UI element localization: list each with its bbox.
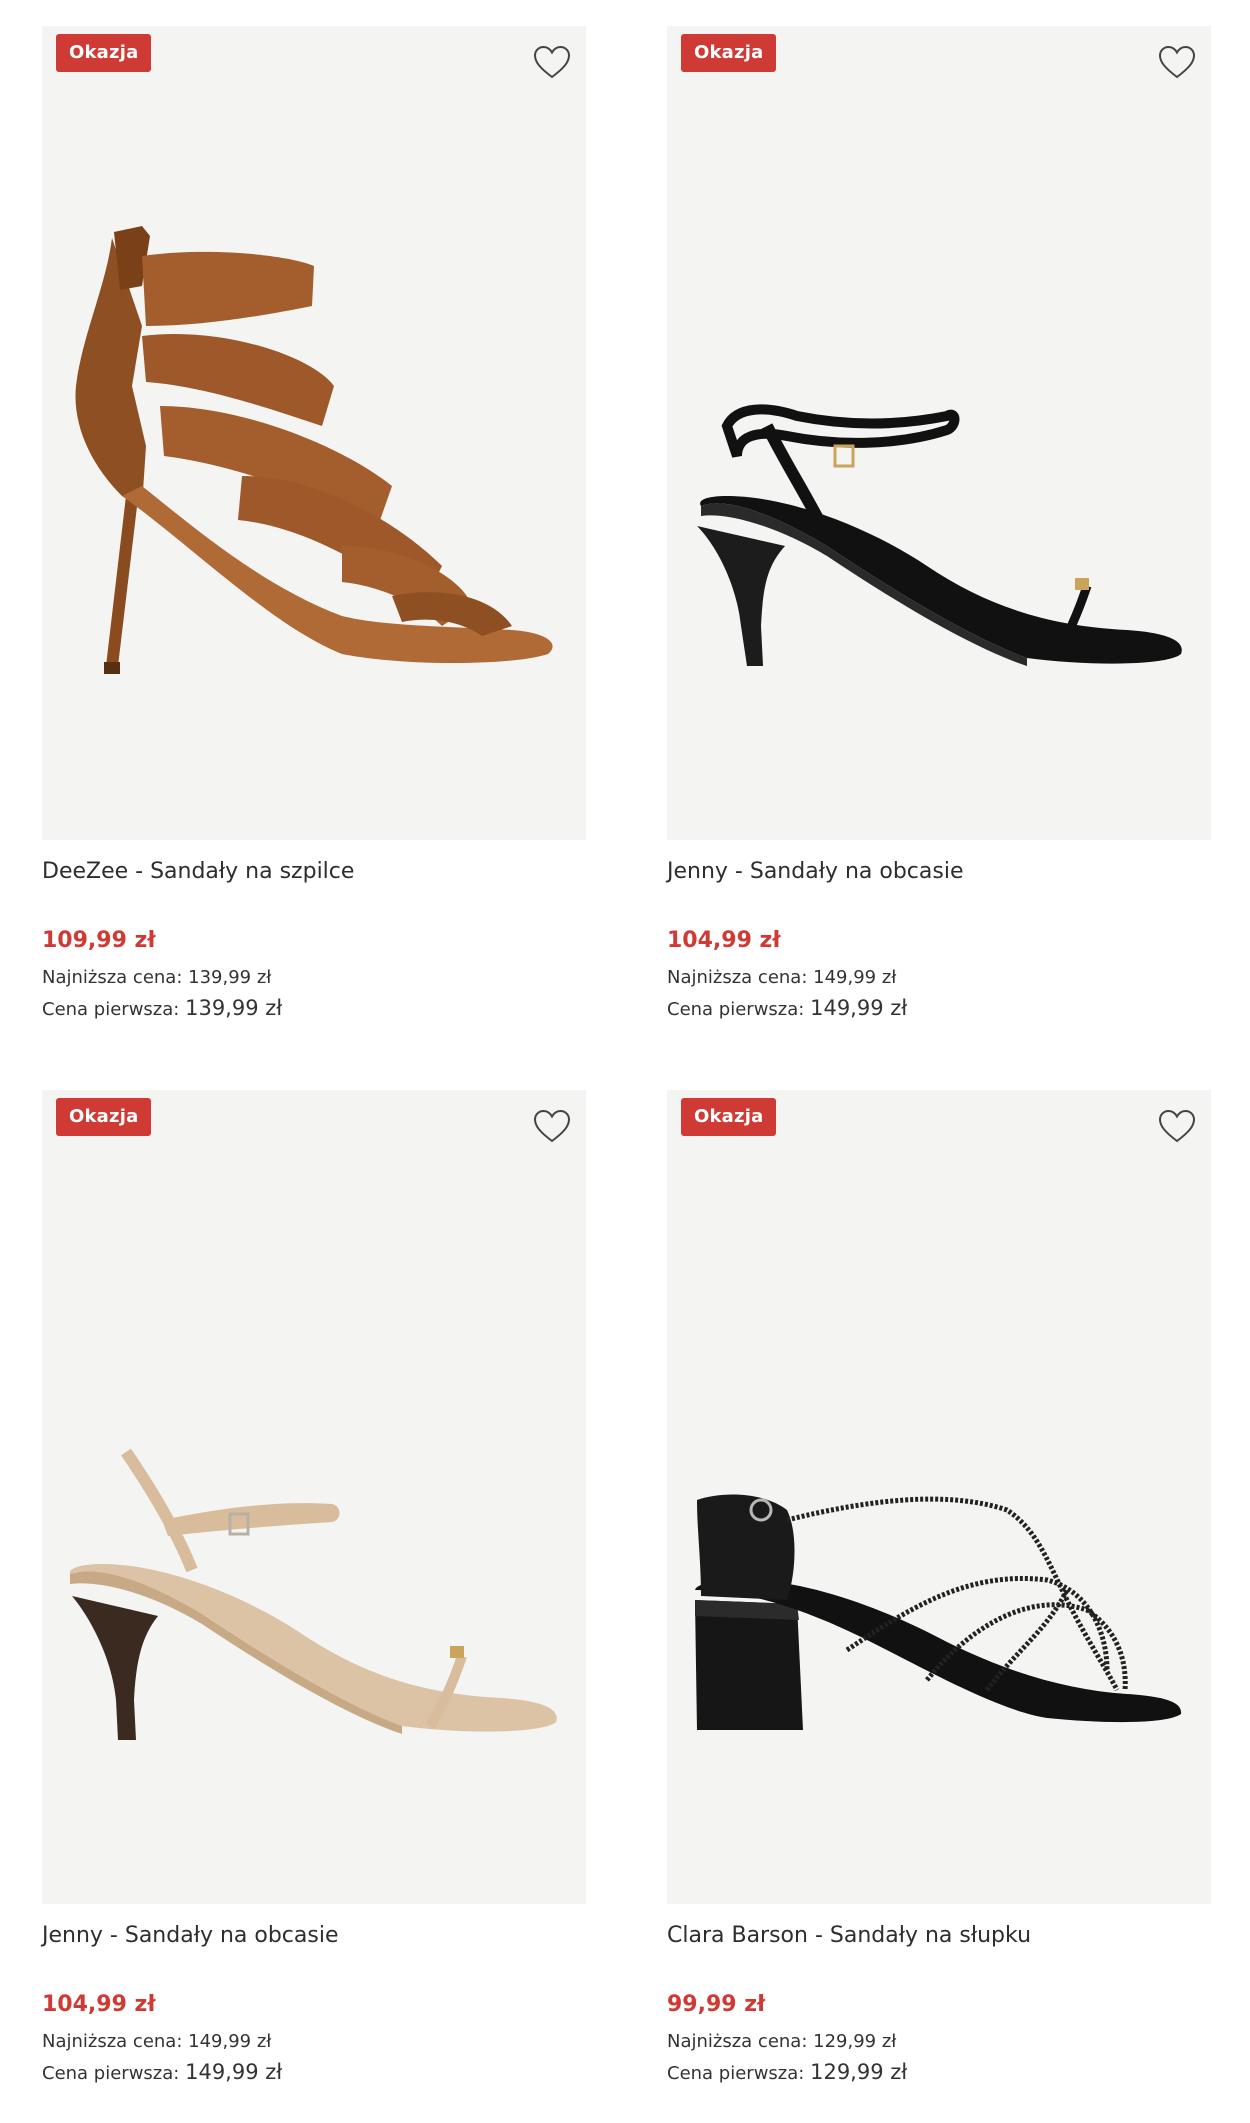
product-price: 99,99 zł bbox=[667, 1992, 766, 2017]
product-image[interactable] bbox=[667, 1090, 1211, 1904]
product-image-area[interactable]: Okazja bbox=[42, 26, 586, 840]
product-title[interactable]: Jenny - Sandały na obcasie bbox=[42, 1921, 586, 1951]
product-image[interactable] bbox=[42, 1090, 586, 1904]
lowest-price-value: 149,99 zł bbox=[188, 2031, 272, 2052]
lowest-price-label: Najniższa cena: bbox=[667, 2031, 808, 2052]
product-image-area[interactable]: Okazja bbox=[667, 26, 1211, 840]
product-price: 109,99 zł bbox=[42, 928, 156, 953]
first-price-line: Cena pierwsza: 139,99 zł bbox=[42, 993, 586, 1025]
sale-badge: Okazja bbox=[56, 34, 152, 72]
first-price-line: Cena pierwsza: 129,99 zł bbox=[667, 2057, 1211, 2089]
heart-outline-icon bbox=[1158, 1109, 1196, 1143]
sale-badge: Okazja bbox=[56, 1098, 152, 1136]
product-card[interactable]: Okazja Jenny - Sandały na obcasie 104,99… bbox=[42, 1090, 586, 2089]
lowest-price-line: Najniższa cena: 149,99 zł bbox=[667, 963, 1211, 993]
lowest-price-label: Najniższa cena: bbox=[42, 2031, 183, 2052]
first-price-label: Cena pierwsza: bbox=[667, 999, 805, 1020]
heart-outline-icon bbox=[533, 45, 571, 79]
favorite-button[interactable] bbox=[1157, 1108, 1197, 1146]
first-price-value: 129,99 zł bbox=[810, 2060, 908, 2084]
product-image-area[interactable]: Okazja bbox=[667, 1090, 1211, 1904]
product-title[interactable]: Clara Barson - Sandały na słupku bbox=[667, 1921, 1211, 1951]
first-price-value: 149,99 zł bbox=[185, 2060, 283, 2084]
sale-badge: Okazja bbox=[681, 34, 777, 72]
product-image-area[interactable]: Okazja bbox=[42, 1090, 586, 1904]
product-price: 104,99 zł bbox=[667, 928, 781, 953]
first-price-value: 139,99 zł bbox=[185, 996, 283, 1020]
product-card[interactable]: Okazja Clara Barson - Sandały na słupku … bbox=[667, 1090, 1211, 2089]
product-image[interactable] bbox=[667, 26, 1211, 840]
product-image[interactable] bbox=[42, 26, 586, 840]
first-price-label: Cena pierwsza: bbox=[42, 999, 180, 1020]
product-card[interactable]: Okazja DeeZee - Sandały na szpilce 109,9… bbox=[42, 26, 586, 1025]
beige-heeled-sandal-image bbox=[69, 1448, 557, 1740]
product-card[interactable]: Okazja Jenny - Sandały na obcasie 104,99… bbox=[667, 26, 1211, 1025]
product-title[interactable]: DeeZee - Sandały na szpilce bbox=[42, 857, 586, 887]
lowest-price-line: Najniższa cena: 149,99 zł bbox=[42, 2027, 586, 2057]
black-block-heel-sandal-image bbox=[695, 1494, 1182, 1730]
lowest-price-value: 129,99 zł bbox=[813, 2031, 897, 2052]
first-price-line: Cena pierwsza: 149,99 zł bbox=[667, 993, 1211, 1025]
first-price-label: Cena pierwsza: bbox=[667, 2063, 805, 2084]
favorite-button[interactable] bbox=[1157, 44, 1197, 82]
favorite-button[interactable] bbox=[532, 44, 572, 82]
lowest-price-label: Najniższa cena: bbox=[667, 967, 808, 988]
product-price: 104,99 zł bbox=[42, 1992, 156, 2017]
first-price-line: Cena pierwsza: 149,99 zł bbox=[42, 2057, 586, 2089]
lowest-price-label: Najniższa cena: bbox=[42, 967, 183, 988]
first-price-label: Cena pierwsza: bbox=[42, 2063, 180, 2084]
product-title[interactable]: Jenny - Sandały na obcasie bbox=[667, 857, 1211, 887]
lowest-price-line: Najniższa cena: 139,99 zł bbox=[42, 963, 586, 993]
lowest-price-value: 149,99 zł bbox=[813, 967, 897, 988]
heart-outline-icon bbox=[533, 1109, 571, 1143]
sale-badge: Okazja bbox=[681, 1098, 777, 1136]
product-grid: Okazja DeeZee - Sandały na szpilce 109,9… bbox=[0, 0, 1250, 2123]
lowest-price-value: 139,99 zł bbox=[188, 967, 272, 988]
heart-outline-icon bbox=[1158, 45, 1196, 79]
first-price-value: 149,99 zł bbox=[810, 996, 908, 1020]
black-heeled-sandal-image bbox=[697, 404, 1182, 666]
favorite-button[interactable] bbox=[532, 1108, 572, 1146]
lowest-price-line: Najniższa cena: 129,99 zł bbox=[667, 2027, 1211, 2057]
brown-stiletto-sandal-image bbox=[75, 226, 553, 674]
